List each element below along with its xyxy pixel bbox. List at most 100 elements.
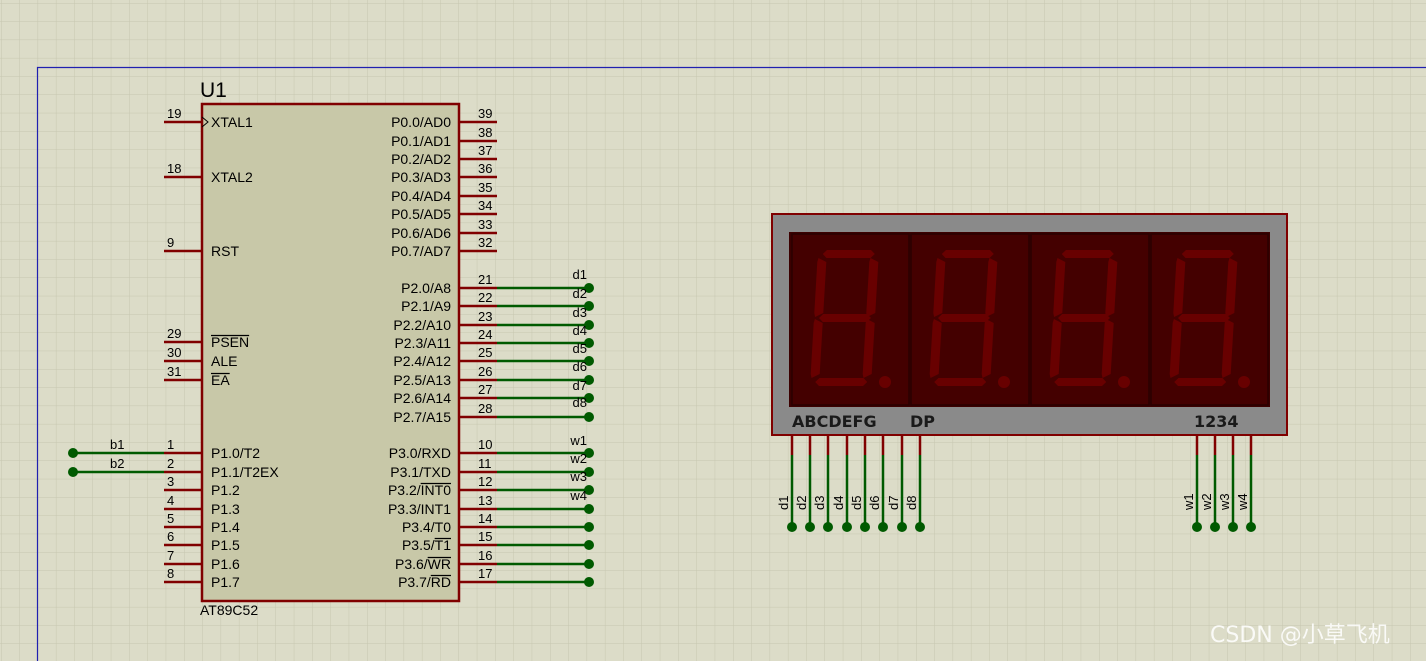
terminal-p16[interactable] [584,559,594,569]
watermark: CSDN @小草飞机 [1210,623,1390,648]
pin-name: P1.0/T2 [211,445,260,461]
pin-number: 13 [478,493,492,508]
pin-number: 6 [167,529,174,544]
segment [1174,378,1227,386]
pin-name: P1.2 [211,482,240,498]
pin-name: P1.7 [211,574,240,590]
net-label-d5: d5 [573,341,587,356]
segment [1054,378,1107,386]
pin-number: 33 [478,217,492,232]
digit-4 [1150,233,1269,406]
pin-name: P2.3/A11 [394,335,451,351]
pin-number: 28 [478,401,492,416]
pin-name: P0.6/AD6 [391,225,451,241]
net-label-d6: d6 [573,359,587,374]
terminal-d6[interactable] [878,522,888,532]
pin-number: 24 [478,327,492,342]
pin-number: 39 [478,106,492,121]
pin-number: 26 [478,364,492,379]
pin-name: P2.6/A14 [393,390,451,406]
segment [815,378,868,386]
terminal-w2[interactable] [1210,522,1220,532]
digit-3 [1030,233,1150,406]
pin-name: P3.0/RXD [389,445,451,461]
pin-number: 36 [478,161,492,176]
segment [1181,250,1234,258]
terminal-p14[interactable] [584,522,594,532]
pin-number: 10 [478,437,492,452]
segment [934,378,987,386]
pin-name: ALE [211,353,237,369]
pin-number: 14 [478,511,492,526]
terminal-w1[interactable] [1192,522,1202,532]
pin-number: 1 [167,437,174,452]
pin-name: P0.1/AD1 [391,133,451,149]
terminal-d1[interactable] [787,522,797,532]
terminal-p17[interactable] [584,577,594,587]
pin-number: 21 [478,272,492,287]
net-label-d7: d7 [886,496,901,510]
schematic-canvas[interactable]: U1 AT89C52 19XTAL118XTAL29RST29PSEN30ALE… [0,0,1426,661]
terminal-d7[interactable] [897,522,907,532]
terminal-d2[interactable] [805,522,815,532]
segment-label: ABCDEFG [792,412,877,431]
pin-name: P0.4/AD4 [391,188,451,204]
segment [819,314,871,322]
net-label-d4: d4 [573,323,587,338]
terminal-p15[interactable] [584,540,594,550]
pin-name: P1.1/T2EX [211,464,279,480]
mcu-at89c52[interactable]: U1 AT89C52 19XTAL118XTAL29RST29PSEN30ALE… [164,79,497,618]
pin-number: 16 [478,548,492,563]
terminal-d4[interactable] [842,522,852,532]
pin-name: P2.4/A12 [393,353,451,369]
segment [1061,250,1114,258]
pin-name: PSEN [211,334,249,350]
pin-name: XTAL1 [211,114,253,130]
terminal-d8[interactable] [915,522,925,532]
net-label-d2: d2 [573,286,587,301]
pin-name: P1.6 [211,556,240,572]
terminal-d3[interactable] [823,522,833,532]
pin-number: 31 [167,364,181,379]
pin-number: 11 [478,456,492,471]
dp-label: DP [910,412,935,431]
net-label-d3: d3 [573,305,587,320]
pin-number: 37 [478,143,492,158]
pin-name: P1.5 [211,537,240,553]
pin-name: P3.2/INT0 [388,482,451,498]
net-label-d2: d2 [794,496,809,510]
segment [1178,314,1230,322]
terminal-d8[interactable] [584,412,594,422]
pin-number: 15 [478,529,492,544]
pin-name: P2.5/A13 [393,372,451,388]
pin-number: 25 [478,345,492,360]
terminal-b1[interactable] [68,448,78,458]
pin-number: 27 [478,382,492,397]
net-label-w4: w4 [569,488,587,503]
pin-number: 38 [478,125,492,140]
pin-name: P2.0/A8 [401,280,451,296]
pin-name: RST [211,243,239,259]
pin-name: P0.3/AD3 [391,169,451,185]
terminal-w4[interactable] [1246,522,1256,532]
pin-name: P2.7/A15 [393,409,451,425]
net-label-w4: w4 [1235,493,1250,511]
pin-name: P3.4/T0 [402,519,451,535]
terminal-w3[interactable] [1228,522,1238,532]
pin-name: P3.3/INT1 [388,501,451,517]
net-label-d1: d1 [573,267,587,282]
terminal-d5[interactable] [860,522,870,532]
segment [822,250,875,258]
pin-name: P2.2/A10 [393,317,451,333]
digit-2 [910,233,1030,406]
mcu-ref-label: U1 [200,79,227,102]
decimal-point [1118,376,1130,388]
terminal-b2[interactable] [68,467,78,477]
pin-name: EA [211,372,230,388]
terminal-w4[interactable] [584,504,594,514]
pin-number: 12 [478,474,492,489]
segment [1058,314,1110,322]
net-label-d8: d8 [573,395,587,410]
net-label-d1: d1 [776,496,791,510]
pin-name: P3.1/TXD [390,464,451,480]
